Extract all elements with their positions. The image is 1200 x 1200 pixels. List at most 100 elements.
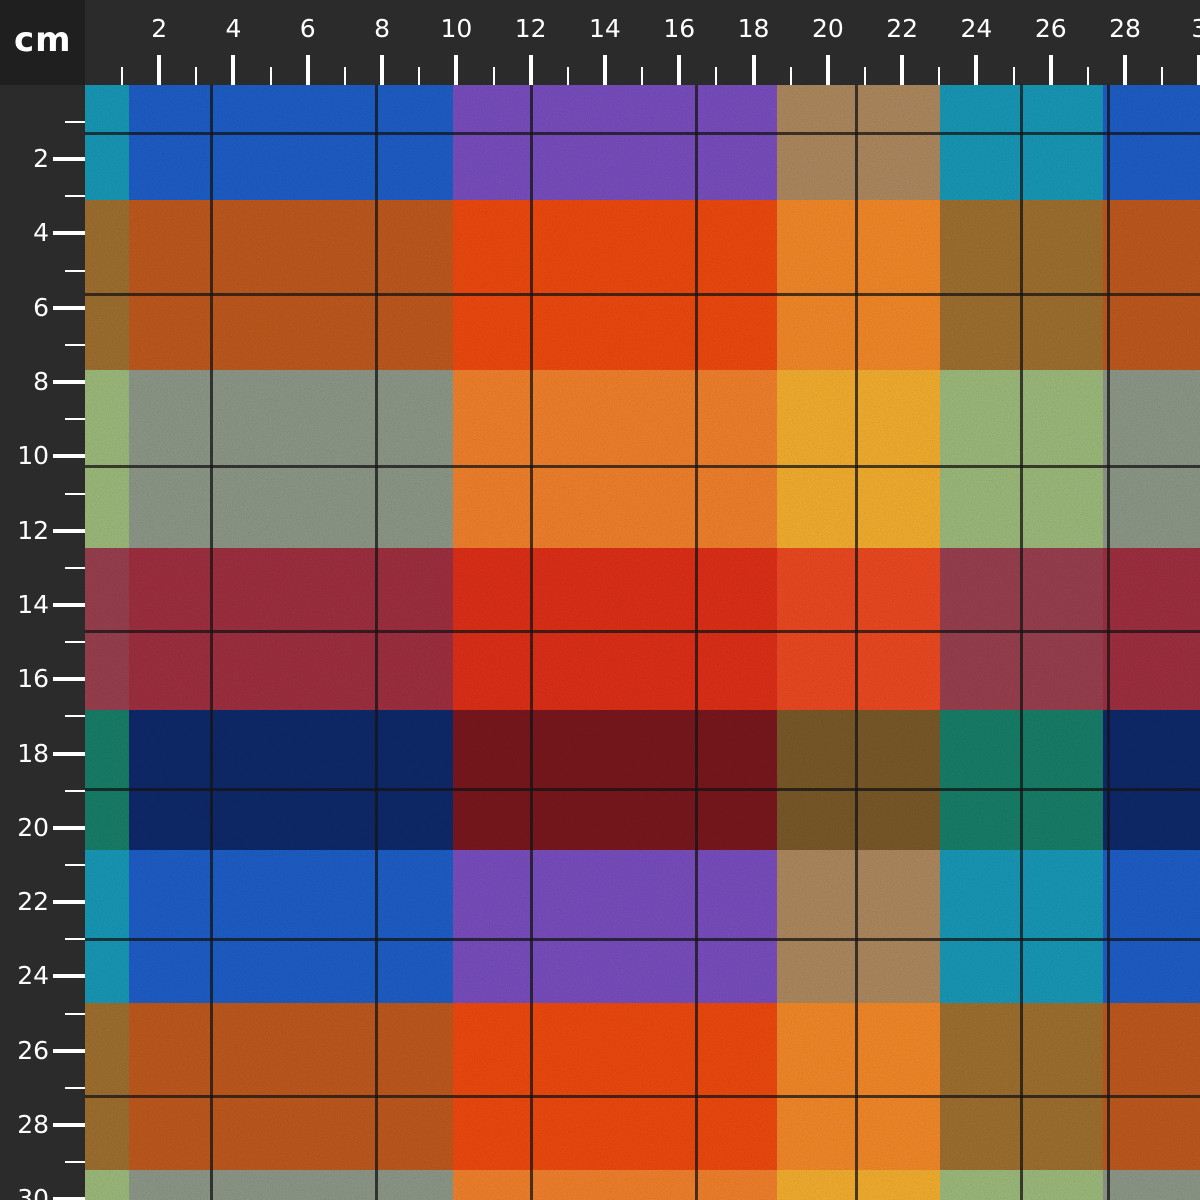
ruler-top-label: 22 (886, 14, 919, 43)
ruler-corner: cm (0, 0, 85, 85)
ruler-top-tick (938, 67, 941, 85)
ruler-left-tick (65, 1086, 85, 1089)
ruler-top-tick (528, 55, 533, 85)
ruler-top-label: 14 (589, 14, 621, 43)
ruler-top-tick (1012, 67, 1015, 85)
ruler-left-tick (65, 418, 85, 421)
ruler-left-label: 20 (17, 812, 49, 842)
ruler-top-label: 28 (1109, 14, 1141, 43)
ruler-top: 2 4 6 8 10 12 14 16 18 20 22 24 26 28 3 (85, 0, 1200, 85)
plaid-horizontal-line (85, 938, 1200, 941)
plaid-cell (453, 1170, 615, 1200)
ruler-top-label: 10 (440, 14, 473, 43)
plaid-cell (777, 1170, 940, 1200)
plaid-horizontal-line (85, 293, 1200, 296)
plaid-cell (85, 710, 129, 850)
ruler-top-tick (418, 67, 421, 85)
ruler-top-tick (789, 67, 792, 85)
ruler-top-label: 16 (663, 14, 696, 43)
plaid-cell (290, 200, 453, 370)
plaid-cell (129, 1170, 290, 1200)
ruler-left-label: 4 (33, 218, 49, 248)
plaid-cell (453, 370, 615, 548)
ruler-left-label: 28 (17, 1110, 49, 1140)
plaid-cell (777, 548, 940, 710)
ruler-top-label: 26 (1034, 14, 1067, 43)
ruler-left-tick (65, 1161, 85, 1164)
plaid-cell (85, 200, 129, 370)
ruler-top-label: 20 (811, 14, 844, 43)
ruler-left-label: 14 (17, 589, 49, 619)
plaid-cell (85, 1003, 129, 1170)
plaid-cell (129, 548, 290, 710)
plaid-cell (453, 850, 615, 1003)
ruler-top-tick (454, 55, 459, 85)
plaid-vertical-line (375, 85, 378, 1200)
plaid-vertical-line (530, 85, 533, 1200)
ruler-top-tick (974, 55, 979, 85)
plaid-cell (129, 85, 290, 200)
ruler-left-label: 6 (33, 292, 49, 322)
ruler-top-tick (566, 67, 569, 85)
plaid-cell (85, 370, 129, 548)
plaid-cell (777, 370, 940, 548)
plaid-vertical-line (210, 85, 213, 1200)
ruler-top-label: 18 (737, 14, 770, 43)
ruler-left-tick (65, 195, 85, 198)
ruler-top-tick (715, 67, 718, 85)
ruler-left-label: 22 (17, 887, 49, 917)
plaid-cell (1103, 850, 1200, 1003)
ruler-top-tick (1048, 55, 1053, 85)
plaid-horizontal-line (85, 630, 1200, 633)
ruler-left-tick (65, 269, 85, 272)
ruler-top-label: 8 (374, 14, 390, 43)
ruler-top-tick (825, 55, 830, 85)
ruler-left-tick (53, 1123, 85, 1128)
ruler-left-label: 16 (17, 664, 49, 694)
plaid-fabric-swatch (85, 85, 1200, 1200)
ruler-top-tick (677, 55, 682, 85)
ruler-top-tick (641, 67, 644, 85)
ruler-left-tick (65, 492, 85, 495)
plaid-horizontal-line (85, 132, 1200, 135)
ruler-left-tick (53, 974, 85, 979)
plaid-cell (453, 1003, 615, 1170)
ruler-top-tick (157, 55, 162, 85)
ruler-top-label: 2 (151, 14, 168, 43)
ruler-left-tick (53, 751, 85, 756)
plaid-cell (290, 1170, 453, 1200)
ruler-left-tick (65, 864, 85, 866)
plaid-vertical-line (695, 85, 698, 1200)
ruler-top-label: 24 (960, 14, 993, 43)
plaid-cell (777, 710, 940, 850)
plaid-cell (85, 850, 129, 1003)
ruler-left-tick (53, 602, 85, 607)
ruler-left-tick (65, 566, 85, 569)
plaid-cell (85, 548, 129, 710)
ruler-left-tick (65, 1012, 85, 1015)
plaid-cell (1103, 85, 1200, 200)
ruler-top-tick (380, 55, 385, 85)
ruler-left-label: 26 (17, 1035, 49, 1065)
ruler-left-tick (65, 121, 85, 123)
ruler-left-label: 18 (17, 738, 49, 768)
plaid-cell (777, 85, 940, 200)
plaid-cell (290, 370, 453, 548)
ruler-top-tick (231, 55, 236, 85)
ruler-left-tick (53, 305, 85, 310)
plaid-cell (290, 850, 453, 1003)
ruler-left-tick (65, 343, 85, 346)
plaid-cell (129, 850, 290, 1003)
plaid-vertical-line (1107, 85, 1110, 1200)
plaid-cell (1103, 1003, 1200, 1170)
plaid-cell (129, 710, 290, 850)
plaid-vertical-line (855, 85, 858, 1200)
plaid-horizontal-line (85, 788, 1200, 791)
plaid-cell (290, 1003, 453, 1170)
ruler-left-tick (53, 380, 85, 385)
ruler-left-tick (65, 641, 85, 644)
ruler-left-tick (65, 789, 85, 792)
ruler-top-tick (269, 67, 272, 85)
plaid-cell (777, 850, 940, 1003)
ruler-left-tick (65, 715, 85, 718)
